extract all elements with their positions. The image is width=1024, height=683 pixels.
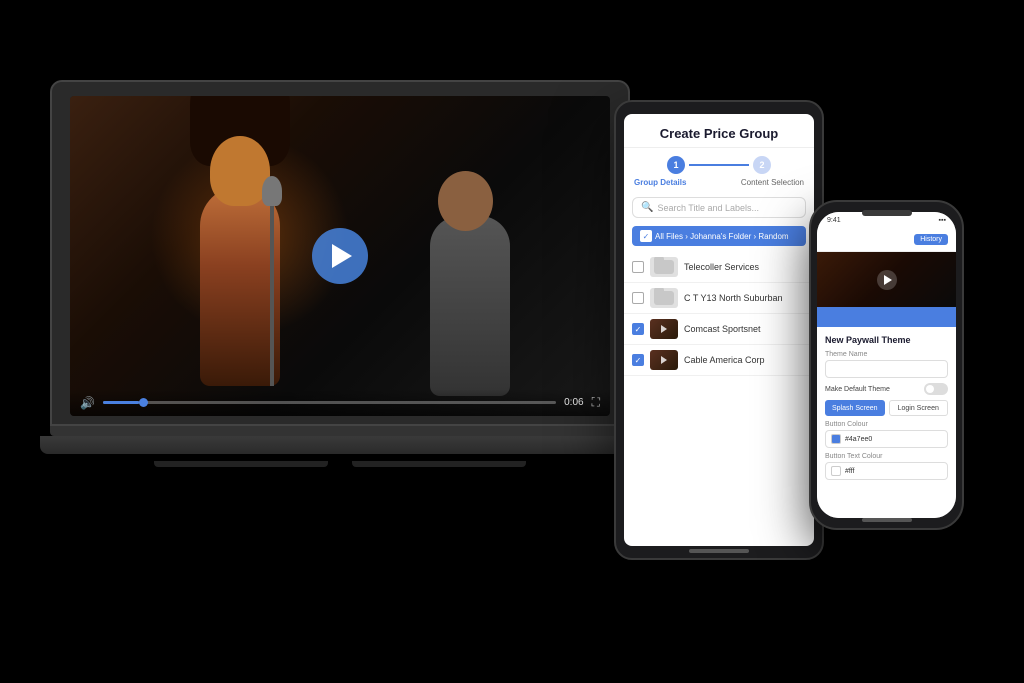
fullscreen-icon[interactable]: ⛶ xyxy=(592,395,600,410)
button-text-color-swatch xyxy=(831,466,841,476)
phone-video-overlay xyxy=(817,252,956,307)
button-color-swatch xyxy=(831,434,841,444)
laptop-base xyxy=(40,436,640,454)
tablet-modal-title: Create Price Group xyxy=(634,126,804,141)
phone-make-default-label: Make Default Theme xyxy=(825,386,890,393)
step-2-circle: 2 xyxy=(753,156,771,174)
phone-tab-splash[interactable]: Splash Screen xyxy=(825,400,885,416)
list-item-label: Telecoller Services xyxy=(684,262,806,272)
phone-nav-bar: History xyxy=(817,228,956,252)
phone-screen-tabs: Splash Screen Login Screen xyxy=(825,400,948,416)
breadcrumb-text: All Files › Johanna's Folder › Random xyxy=(655,232,789,241)
folder-icon xyxy=(654,260,674,274)
tablet-stepper: 1 2 xyxy=(624,148,814,178)
guitarist-body xyxy=(430,216,510,396)
phone-tab-login[interactable]: Login Screen xyxy=(889,400,949,416)
list-item-checkbox-checked[interactable]: ✓ xyxy=(632,323,644,335)
phone-theme-name-label: Theme Name xyxy=(825,351,948,358)
step-1-label: Group Details xyxy=(634,178,686,187)
tablet-home-bar xyxy=(689,549,749,553)
list-item-checkbox[interactable] xyxy=(632,261,644,273)
phone-action-bar xyxy=(817,307,956,327)
phone-make-default-toggle[interactable] xyxy=(924,383,948,395)
video-progress-bar[interactable] xyxy=(103,401,556,404)
list-item-checkbox[interactable] xyxy=(632,292,644,304)
laptop-feet xyxy=(50,454,630,472)
phone-screen: 9:41 ▪▪▪ History New Payw xyxy=(817,212,956,518)
microphone-head xyxy=(262,176,282,206)
tablet-device: Create Price Group 1 2 Group Details Con… xyxy=(614,100,824,560)
step-labels-row: Group Details Content Selection xyxy=(624,178,814,193)
tablet-search-bar[interactable]: 🔍 Search Title and Labels... xyxy=(632,197,806,218)
phone-button-color-field[interactable]: #4a7ee0 xyxy=(825,430,948,448)
phone-notch xyxy=(862,210,912,216)
laptop-screen: 🔊 0:06 ⛶ xyxy=(70,96,610,416)
list-item-label: Cable America Corp xyxy=(684,355,806,365)
video-time-label: 0:06 xyxy=(564,397,583,408)
volume-icon[interactable]: 🔊 xyxy=(80,396,95,410)
tablet-screen: Create Price Group 1 2 Group Details Con… xyxy=(624,114,814,546)
video-play-mini-icon xyxy=(661,356,667,364)
singer-silhouette xyxy=(170,146,310,386)
tablet-header: Create Price Group xyxy=(624,114,814,148)
list-item[interactable]: Telecoller Services xyxy=(624,252,814,283)
search-input[interactable]: Search Title and Labels... xyxy=(657,203,797,213)
guitarist-head xyxy=(438,171,493,231)
folder-icon xyxy=(654,291,674,305)
list-item[interactable]: C T Y13 North Suburban xyxy=(624,283,814,314)
progress-dot xyxy=(139,398,148,407)
video-play-button[interactable] xyxy=(312,228,368,284)
phone-time: 9:41 xyxy=(827,217,841,224)
breadcrumb-checkbox[interactable]: ✓ xyxy=(640,230,652,242)
video-controls-bar: 🔊 0:06 ⛶ xyxy=(70,389,610,416)
play-icon xyxy=(332,244,352,268)
list-item[interactable]: ✓ Cable America Corp xyxy=(624,345,814,376)
page-root: 🔊 0:06 ⛶ xyxy=(0,0,1024,683)
phone-button-text-color-field[interactable]: #fff xyxy=(825,462,948,480)
phone-content-area: New Paywall Theme Theme Name Make Defaul… xyxy=(817,327,956,518)
list-item-video-thumbnail xyxy=(650,319,678,339)
phone-nav-history-button[interactable]: History xyxy=(914,234,948,245)
progress-fill xyxy=(103,401,139,404)
list-item-checkbox-checked[interactable]: ✓ xyxy=(632,354,644,366)
button-text-color-value: #fff xyxy=(845,468,854,475)
list-item[interactable]: ✓ Comcast Sportsnet xyxy=(624,314,814,345)
phone-theme-name-input[interactable] xyxy=(825,360,948,378)
list-item-label: C T Y13 North Suburban xyxy=(684,293,806,303)
guitarist-silhouette xyxy=(410,176,530,396)
phone-home-indicator xyxy=(862,518,912,522)
list-item-thumbnail xyxy=(650,257,678,277)
tablet-breadcrumb: ✓ All Files › Johanna's Folder › Random xyxy=(632,226,806,246)
singer-body xyxy=(200,186,280,386)
list-item-video-thumbnail xyxy=(650,350,678,370)
search-icon: 🔍 xyxy=(641,202,653,213)
list-item-label: Comcast Sportsnet xyxy=(684,324,806,334)
tablet-content-list: Telecoller Services C T Y13 North Suburb… xyxy=(624,250,814,546)
phone-make-default-row: Make Default Theme xyxy=(825,383,948,395)
phone-battery-icons: ▪▪▪ xyxy=(939,217,946,224)
phone-section-title: New Paywall Theme xyxy=(825,335,948,345)
laptop-device: 🔊 0:06 ⛶ xyxy=(50,80,630,472)
singer-head xyxy=(210,136,270,206)
phone-device: 9:41 ▪▪▪ History New Payw xyxy=(809,200,964,530)
video-play-mini-icon xyxy=(661,325,667,333)
list-item-thumbnail xyxy=(650,288,678,308)
laptop-screen-bezel: 🔊 0:06 ⛶ xyxy=(50,80,630,426)
laptop-video-background: 🔊 0:06 ⛶ xyxy=(70,96,610,416)
phone-video-preview xyxy=(817,252,956,307)
phone-button-text-color-label: Button Text Colour xyxy=(825,453,948,460)
step-connector-line xyxy=(689,164,749,166)
button-color-value: #4a7ee0 xyxy=(845,436,872,443)
step-1-circle: 1 xyxy=(667,156,685,174)
phone-button-color-label: Button Colour xyxy=(825,421,948,428)
laptop-hinge xyxy=(50,426,630,436)
step-2-label: Content Selection xyxy=(741,178,804,187)
microphone-stand xyxy=(270,186,274,386)
phone-play-button[interactable] xyxy=(877,270,897,290)
phone-play-icon xyxy=(884,275,892,285)
